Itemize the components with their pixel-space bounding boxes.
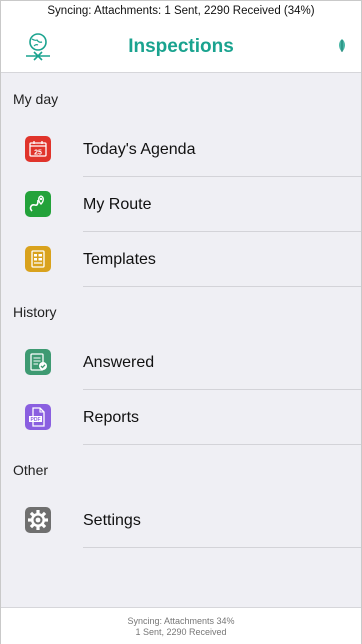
- templates-icon: [25, 246, 51, 272]
- menu-item-label: My Route: [83, 196, 152, 213]
- calendar-icon: 25: [25, 136, 51, 162]
- route-icon: [25, 191, 51, 217]
- menu-item-label: Settings: [83, 512, 141, 529]
- sync-footer: Syncing: Attachments 34% 1 Sent, 2290 Re…: [1, 607, 361, 644]
- menu-item-label: Reports: [83, 409, 140, 426]
- page-title: Inspections: [128, 36, 234, 57]
- section-header-history: History: [13, 304, 57, 320]
- menu-list: My day 25 Today's Agenda My Route Templa…: [1, 74, 361, 607]
- menu-item-label: Today's Agenda: [83, 141, 196, 158]
- leaf-icon[interactable]: [337, 39, 347, 53]
- menu-item-reports[interactable]: PDF Reports: [1, 390, 361, 445]
- footer-sync-counts: 1 Sent, 2290 Received: [135, 627, 227, 637]
- pdf-icon: PDF: [25, 404, 51, 430]
- menu-item-my-route[interactable]: My Route: [1, 177, 361, 232]
- row-divider: [83, 444, 361, 445]
- menu-item-answered[interactable]: Answered: [1, 335, 361, 390]
- menu-item-label: Answered: [83, 354, 155, 371]
- pdf-badge: PDF: [31, 417, 41, 423]
- menu-item-todays-agenda[interactable]: 25 Today's Agenda: [1, 122, 361, 177]
- section-header-my-day: My day: [13, 91, 59, 107]
- row-divider: [83, 286, 361, 287]
- answered-icon: [25, 349, 51, 375]
- menu-item-label: Templates: [83, 251, 156, 268]
- menu-item-settings[interactable]: Settings: [1, 493, 361, 548]
- navigation-bar: Inspections: [1, 23, 361, 73]
- sync-status-bar: Syncing: Attachments: 1 Sent, 2290 Recei…: [1, 1, 361, 23]
- menu-item-templates[interactable]: Templates: [1, 232, 361, 287]
- gear-icon: [25, 507, 51, 533]
- section-header-other: Other: [13, 462, 49, 478]
- footer-sync-progress: Syncing: Attachments 34%: [127, 616, 235, 626]
- app-frame: Syncing: Attachments: 1 Sent, 2290 Recei…: [0, 0, 362, 644]
- row-divider: [83, 547, 361, 548]
- calendar-badge: 25: [34, 150, 42, 157]
